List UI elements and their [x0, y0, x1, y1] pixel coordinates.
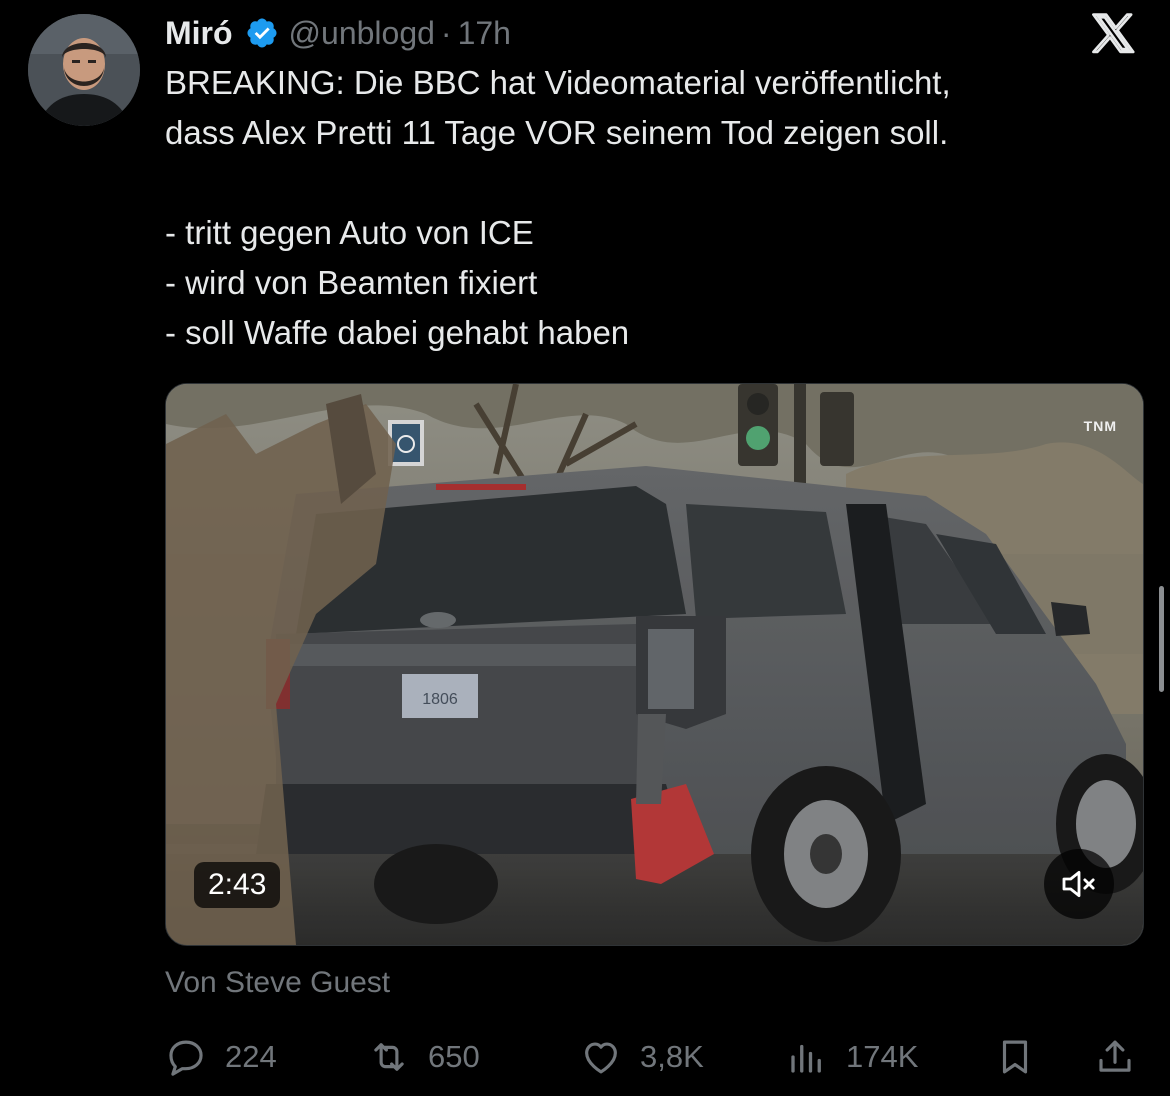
repost-icon — [374, 1043, 404, 1071]
video-duration: 2:43 — [194, 862, 281, 908]
tweet-text: BREAKING: Die BBC hat Videomaterial verö… — [165, 58, 1145, 358]
scrollbar[interactable] — [1159, 586, 1164, 692]
like-count: 3,8K — [640, 1039, 704, 1074]
timestamp[interactable]: 17h — [458, 15, 511, 52]
reply-icon — [169, 1040, 203, 1076]
volume-muted-icon — [1062, 870, 1095, 898]
media-attribution[interactable]: Von Steve Guest — [165, 966, 390, 1000]
heart-icon — [585, 1042, 617, 1074]
bullet-line: - wird von Beamten fixiert — [165, 264, 538, 301]
repost-button[interactable]: 650 — [368, 1030, 480, 1084]
repost-count: 650 — [428, 1039, 480, 1074]
share-button[interactable] — [1094, 1030, 1136, 1084]
verified-badge-icon — [247, 18, 277, 48]
author-name[interactable]: Miró — [165, 15, 233, 52]
view-count: 174K — [846, 1039, 919, 1074]
reply-button[interactable]: 224 — [165, 1030, 277, 1084]
separator-dot: · — [440, 14, 452, 51]
tweet-line: BREAKING: Die BBC hat Videomaterial verö… — [165, 64, 951, 101]
reply-count: 224 — [225, 1039, 277, 1074]
video-player[interactable]: 1806 TNM 2:43 — [165, 383, 1144, 946]
x-logo-icon[interactable] — [1086, 10, 1140, 60]
author-handle[interactable]: @unblogd — [289, 15, 435, 52]
views-button[interactable]: 174K — [786, 1030, 918, 1084]
bookmark-icon — [1002, 1040, 1028, 1074]
bullet-line: - soll Waffe dabei gehabt haben — [165, 314, 630, 351]
video-frame: 1806 — [166, 384, 1143, 945]
like-button[interactable]: 3,8K — [580, 1030, 704, 1084]
avatar[interactable] — [28, 14, 140, 126]
tweet-header: Miró @unblogd · 17h — [165, 10, 511, 56]
mute-button[interactable] — [1044, 849, 1114, 919]
tweet-line: dass Alex Pretti 11 Tage VOR seinem Tod … — [165, 114, 949, 151]
action-bar: 224 650 3,8K 174K — [0, 1030, 1170, 1084]
share-icon — [1099, 1040, 1131, 1072]
views-icon — [791, 1044, 821, 1073]
video-watermark: TNM — [1083, 418, 1117, 434]
bookmark-button[interactable] — [994, 1030, 1036, 1084]
bullet-line: - tritt gegen Auto von ICE — [165, 214, 534, 251]
